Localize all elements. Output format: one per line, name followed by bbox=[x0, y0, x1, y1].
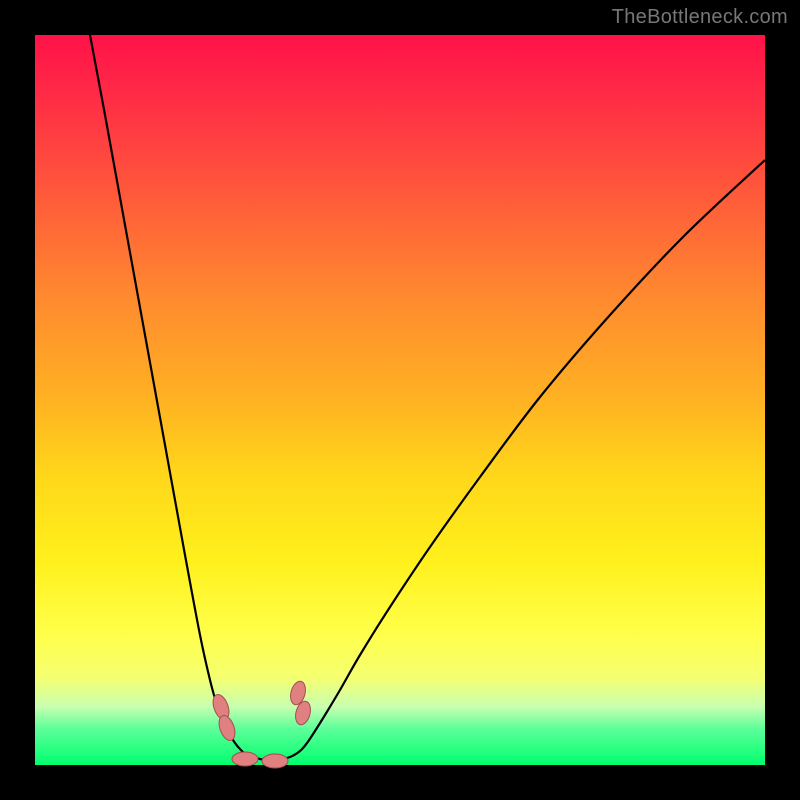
data-marker bbox=[262, 754, 288, 768]
left-curve bbox=[90, 35, 275, 761]
data-markers-group bbox=[210, 680, 313, 768]
data-marker bbox=[232, 752, 258, 766]
chart-plot-area bbox=[35, 35, 765, 765]
chart-svg bbox=[35, 35, 765, 765]
right-curve bbox=[275, 160, 765, 761]
watermark-text: TheBottleneck.com bbox=[612, 6, 788, 29]
